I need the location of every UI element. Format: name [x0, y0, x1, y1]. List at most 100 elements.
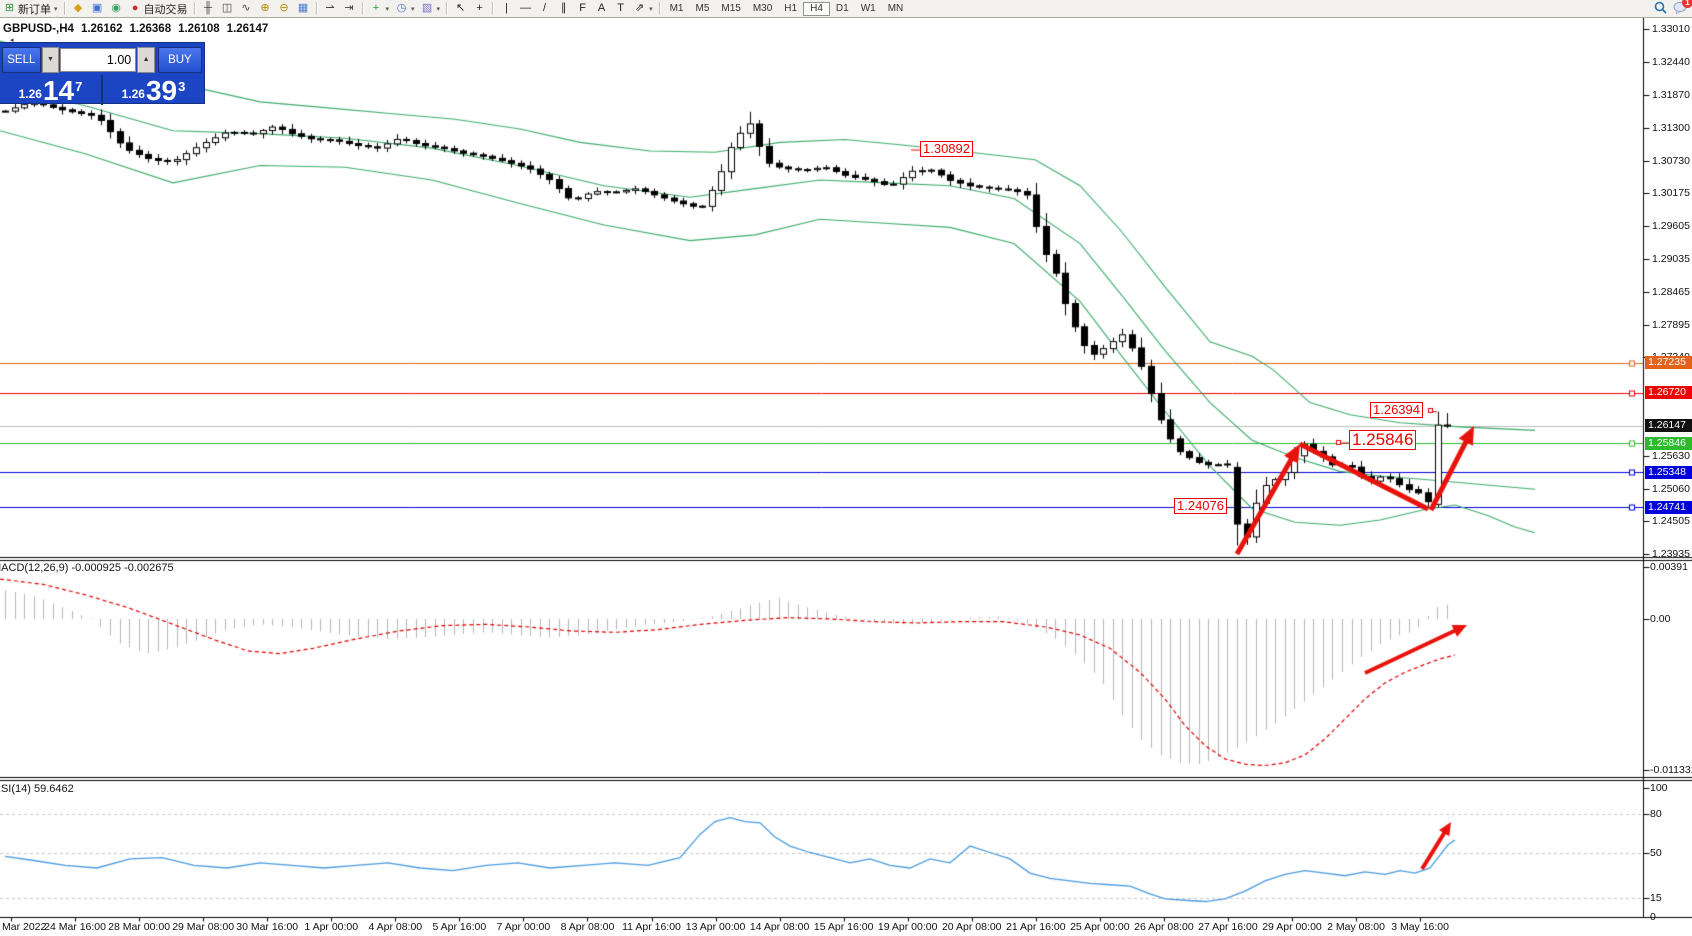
trendline-icon: /: [538, 2, 551, 15]
price-tick: 1.30730: [1652, 155, 1690, 167]
indicators-button[interactable]: +▾: [367, 1, 393, 16]
equidistant-channel-button[interactable]: ∥: [554, 1, 573, 16]
time-axis-label: 30 Mar 16:00: [236, 921, 298, 933]
sell-button[interactable]: SELL: [2, 47, 41, 73]
rsi-axis-tick: 100: [1650, 782, 1668, 794]
trendline-button[interactable]: /: [535, 1, 554, 16]
buy-price-big: 39: [146, 78, 177, 104]
bar-chart-icon: ╫: [202, 2, 215, 15]
candlestick-button[interactable]: ◫: [218, 1, 237, 16]
volume-up-button[interactable]: ▲: [137, 47, 155, 73]
cursor-button[interactable]: ↖: [451, 1, 470, 16]
toolbar-separator: [362, 2, 364, 15]
text-icon: A: [595, 2, 608, 15]
chevron-down-icon: ▾: [437, 5, 441, 13]
timeframe-d1[interactable]: D1: [830, 2, 855, 16]
horizontal-line-button[interactable]: —: [516, 1, 535, 16]
new-order-icon: ⊞: [3, 2, 16, 15]
arrows-button[interactable]: ⇗▾: [630, 1, 656, 16]
timeframe-h1[interactable]: H1: [778, 2, 803, 16]
crosshair-button[interactable]: +: [470, 1, 489, 16]
price-line-label: 1.24741: [1645, 501, 1692, 514]
timeframe-m30[interactable]: M30: [747, 2, 778, 16]
auto-scroll-button[interactable]: ⇀: [321, 1, 340, 16]
volume-input[interactable]: [60, 48, 136, 72]
macd-indicator-label: MACD(12,26,9) -0.000925 -0.002675: [0, 562, 174, 574]
templates-button[interactable]: ▧▾: [418, 1, 444, 16]
metaeditor-button[interactable]: ◆: [69, 1, 88, 16]
timeframe-w1[interactable]: W1: [855, 2, 882, 16]
fibonacci-button[interactable]: F: [573, 1, 592, 16]
signals-button[interactable]: ◉: [107, 1, 126, 16]
search-icon: [1654, 1, 1667, 14]
chat-button[interactable]: 1: [1673, 1, 1688, 17]
vertical-line-icon: |: [500, 2, 513, 15]
buy-button[interactable]: BUY: [158, 47, 202, 73]
price-tick: 1.28465: [1652, 286, 1690, 298]
price-line-label: 1.25348: [1645, 466, 1692, 479]
market-watch-button[interactable]: ▣: [88, 1, 107, 16]
metaeditor-icon: ◆: [72, 2, 85, 15]
buy-price-button[interactable]: 1.26 39 3: [103, 75, 204, 105]
tile-windows-icon: ▦: [297, 2, 310, 15]
tile-windows-button[interactable]: ▦: [294, 1, 313, 16]
time-axis-label: 13 Apr 00:00: [686, 921, 746, 933]
timeframe-m1[interactable]: M1: [664, 2, 690, 16]
autotrading-button[interactable]: ●自动交易: [126, 1, 191, 16]
time-axis-label: 8 Apr 08:00: [561, 921, 615, 933]
auto-scroll-icon: ⇀: [324, 2, 337, 15]
line-chart-icon: ∿: [240, 2, 253, 15]
chart-title: GBPUSD-,H41.261621.263681.261081.26147: [3, 23, 275, 35]
current-price-label: 1.26147: [1645, 419, 1692, 432]
text-label-button[interactable]: T: [611, 1, 630, 16]
horizontal-line-icon: —: [519, 2, 532, 15]
buy-price-prefix: 1.26: [122, 87, 145, 101]
rsi-axis-tick: 50: [1650, 847, 1662, 859]
zoom-in-icon: ⊕: [259, 2, 272, 15]
price-annotation[interactable]: 1.26394: [1370, 402, 1423, 418]
periods-button[interactable]: ◷▾: [392, 1, 418, 16]
price-annotation[interactable]: 1.25846: [1349, 430, 1416, 450]
macd-axis-tick: 0.00: [1650, 613, 1670, 625]
arrows-icon: ⇗: [633, 2, 646, 15]
timeframe-h4[interactable]: H4: [803, 2, 830, 16]
chart-canvas[interactable]: [0, 0, 1692, 936]
vertical-line-button[interactable]: |: [497, 1, 516, 16]
toolbar-separator: [492, 2, 494, 15]
time-axis-label: 1 Apr 00:00: [304, 921, 358, 933]
time-axis-label: 24 Mar 16:00: [44, 921, 106, 933]
time-axis-label: 11 Apr 16:00: [622, 921, 681, 933]
time-axis-label: Mar 2022: [2, 921, 46, 933]
search-button[interactable]: [1654, 1, 1667, 17]
fibonacci-icon: F: [576, 2, 589, 15]
price-annotation[interactable]: 1.24076: [1174, 498, 1227, 514]
zoom-in-button[interactable]: ⊕: [256, 1, 275, 16]
price-tick: 1.31300: [1652, 122, 1690, 134]
text-button[interactable]: A: [592, 1, 611, 16]
close-value: 1.26147: [227, 23, 269, 35]
price-annotation[interactable]: 1.30892: [920, 141, 973, 157]
rsi-axis-tick: 0: [1650, 911, 1656, 923]
time-axis-label: 20 Apr 08:00: [942, 921, 1002, 933]
new-order-button[interactable]: ⊞新订单▾: [0, 1, 61, 16]
zoom-out-button[interactable]: ⊖: [275, 1, 294, 16]
text-label-icon: T: [614, 2, 627, 15]
time-axis-label: 26 Apr 08:00: [1134, 921, 1194, 933]
timeframe-m15[interactable]: M15: [715, 2, 746, 16]
panel-collapse-icon[interactable]: ◂: [10, 36, 14, 44]
line-chart-button[interactable]: ∿: [237, 1, 256, 16]
bar-chart-button[interactable]: ╫: [199, 1, 218, 16]
one-click-trading-panel: ◂ SELL ▼ ▲ BUY 1.26 14 7 1.26 39 3: [0, 43, 204, 103]
new-order-button-label: 新订单: [18, 1, 51, 17]
timeframe-m5[interactable]: M5: [689, 2, 715, 16]
crosshair-icon: +: [473, 2, 486, 15]
price-line-label: 1.27235: [1645, 356, 1692, 369]
chevron-down-icon: ▾: [649, 5, 653, 13]
volume-down-button[interactable]: ▼: [42, 47, 60, 73]
chart-shift-button[interactable]: ⇥: [340, 1, 359, 16]
time-axis-label: 4 Apr 08:00: [368, 921, 422, 933]
timeframe-mn[interactable]: MN: [882, 2, 910, 16]
cursor-icon: ↖: [454, 2, 467, 15]
signal-icon: ◉: [110, 2, 123, 15]
sell-price-button[interactable]: 1.26 14 7: [0, 75, 101, 105]
